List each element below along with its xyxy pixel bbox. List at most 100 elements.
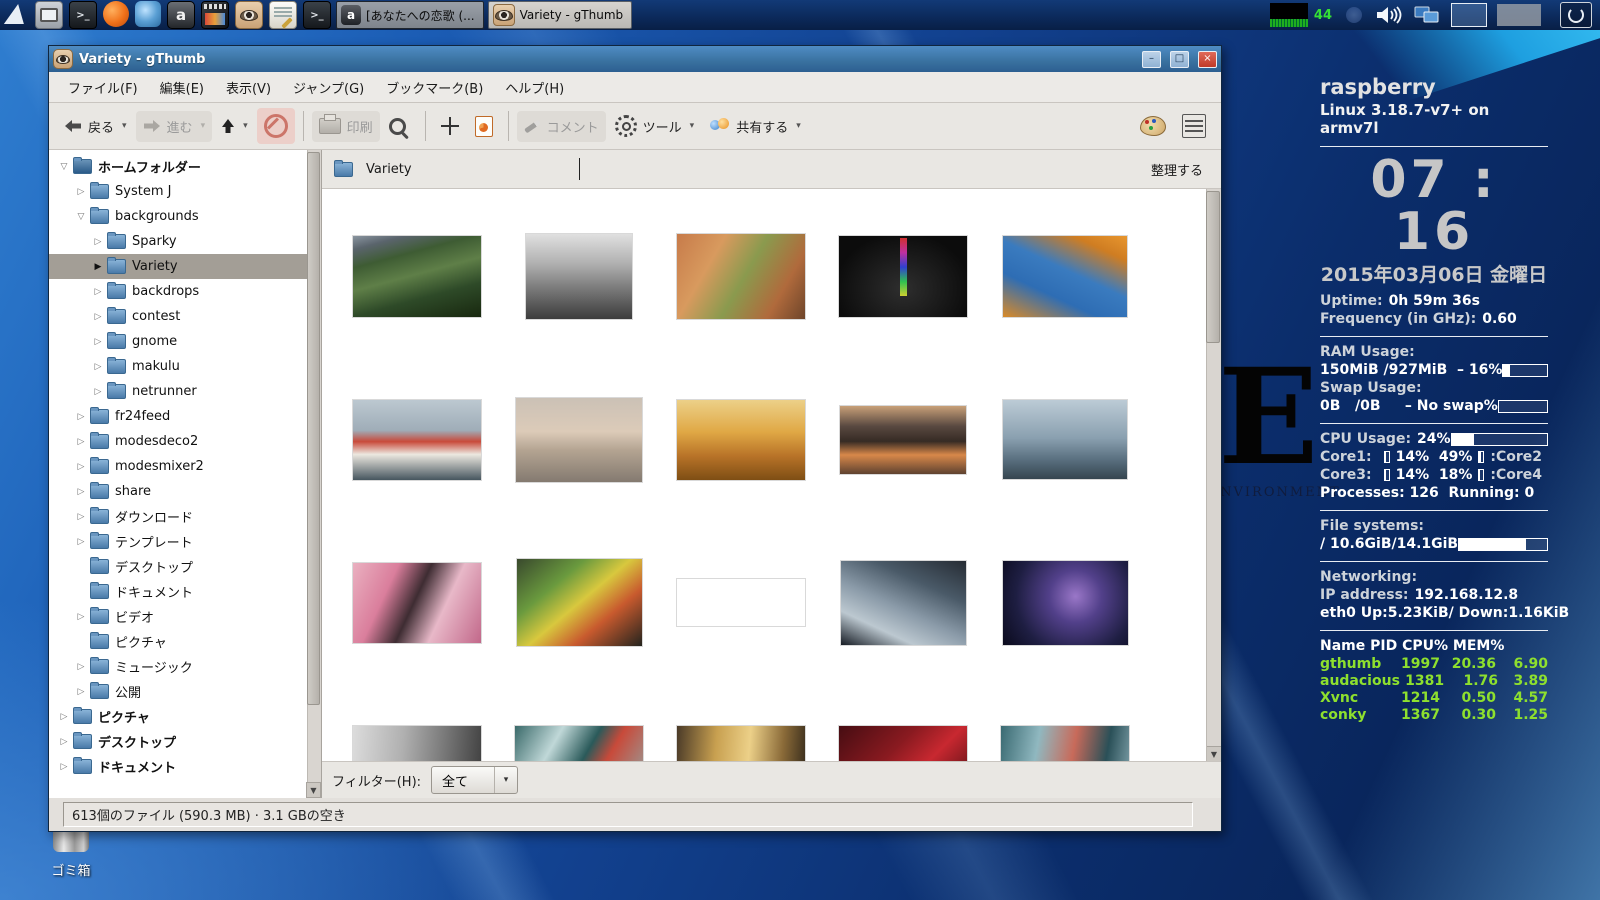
menu-item-5[interactable]: ヘルプ(H)	[494, 73, 575, 102]
thumbnail-colorful-leaf-fan[interactable]	[517, 559, 642, 646]
slideshow-button[interactable]	[468, 110, 500, 143]
sidebar-scrollbar[interactable]: ▼	[307, 150, 321, 798]
terminal1-launcher-icon[interactable]	[69, 1, 97, 29]
sidebar-item[interactable]: ▷デスクトップ	[49, 729, 321, 754]
expander-collapsed-icon[interactable]: ▷	[91, 237, 105, 247]
expander-collapsed-icon[interactable]: ▷	[74, 612, 88, 622]
content-scroll-thumb[interactable]	[1206, 191, 1220, 343]
expander-expanded-icon[interactable]: ▽	[57, 162, 71, 172]
expander-collapsed-icon[interactable]: ▷	[74, 462, 88, 472]
thumbnail-autumn-birch-sky[interactable]	[1003, 236, 1127, 317]
thumbnail-cathedral-grayscale[interactable]	[526, 234, 632, 319]
sidebar-item[interactable]: ▷netrunner	[49, 379, 321, 404]
filter-dropdown[interactable]: 全て ▾	[431, 766, 518, 794]
sidebar-item[interactable]: ▷backdrops	[49, 279, 321, 304]
terminal2-launcher-icon[interactable]	[303, 1, 331, 29]
workspace-pager[interactable]	[1451, 3, 1487, 27]
sidebar-item[interactable]: ▷ピクチャ	[49, 704, 321, 729]
menu-item-3[interactable]: ジャンプ(G)	[282, 73, 375, 102]
thumbnail-view[interactable]: ▼	[322, 189, 1221, 762]
expander-collapsed-icon[interactable]: ▷	[91, 287, 105, 297]
maximize-button[interactable]: □	[1170, 51, 1189, 68]
thumbnail-teal-forest-red[interactable]	[1001, 726, 1129, 763]
expander-collapsed-icon[interactable]: ▷	[74, 512, 88, 522]
task-button[interactable]: a[あなたへの恋歌 (...	[336, 1, 484, 29]
expander-collapsed-icon[interactable]: ▷	[74, 537, 88, 547]
expander-collapsed-icon[interactable]: ▷	[74, 687, 88, 697]
thumbnail-jungle-waterfall[interactable]	[353, 236, 481, 317]
mac-launcher-icon[interactable]	[35, 1, 63, 29]
minimize-button[interactable]: –	[1142, 51, 1161, 68]
gthumb-launcher-icon[interactable]	[235, 1, 263, 29]
back-button[interactable]: 戻る▾	[57, 111, 134, 142]
sidebar-item[interactable]: ▶Variety	[49, 254, 321, 279]
sidebar-item[interactable]: ▽backgrounds	[49, 204, 321, 229]
title-bar[interactable]: Variety - gThumb – □ ×	[49, 46, 1221, 72]
network-icon[interactable]	[1414, 4, 1440, 26]
menu-item-1[interactable]: 編集(E)	[149, 73, 215, 102]
sidebar-item[interactable]: ▷公開	[49, 679, 321, 704]
audacious-launcher-icon[interactable]	[167, 1, 195, 29]
forward-button[interactable]: 進む▾	[136, 111, 213, 142]
chromium-launcher-icon[interactable]	[135, 1, 161, 27]
edit-colors-button[interactable]	[1133, 110, 1173, 142]
sidebar-item[interactable]: ▷fr24feed	[49, 404, 321, 429]
sidebar-item[interactable]: ▷ダウンロード	[49, 504, 321, 529]
stop-button[interactable]	[257, 108, 295, 144]
notes-launcher-icon[interactable]	[269, 1, 297, 29]
thumbnail-teal-red-berries[interactable]	[515, 726, 643, 763]
thumbnail-bridge-statues[interactable]	[1003, 400, 1127, 479]
search-button[interactable]	[382, 112, 417, 141]
organize-button[interactable]: 整理する	[1143, 156, 1211, 183]
sidebar-item[interactable]: ▷ドキュメント	[49, 754, 321, 779]
sidebar-item[interactable]: デスクトップ	[49, 554, 321, 579]
sidebar-item[interactable]: ▷ミュージック	[49, 654, 321, 679]
expander-collapsed-icon[interactable]: ▷	[74, 437, 88, 447]
thumbnail-volcano-eruption[interactable]	[840, 406, 966, 474]
menu-item-4[interactable]: ブックマーク(B)	[375, 73, 494, 102]
task-button[interactable]: Variety - gThumb	[488, 1, 633, 29]
close-button[interactable]: ×	[1198, 51, 1217, 68]
arrow-logo-launcher-icon[interactable]	[3, 1, 29, 27]
comment-button[interactable]: コメント	[517, 111, 606, 142]
print-button[interactable]: 印刷	[312, 111, 380, 142]
expander-collapsed-icon[interactable]: ▷	[74, 412, 88, 422]
video-launcher-icon[interactable]	[201, 1, 229, 29]
expander-collapsed-icon[interactable]: ▷	[91, 362, 105, 372]
expander-selected-icon[interactable]: ▶	[91, 262, 105, 272]
expander-collapsed-icon[interactable]: ▷	[74, 187, 88, 197]
menu-item-0[interactable]: ファイル(F)	[57, 73, 149, 102]
sidebar-item[interactable]: ▷gnome	[49, 329, 321, 354]
bluetooth-icon[interactable]	[1346, 7, 1362, 23]
sidebar-item[interactable]: ▷modesdeco2	[49, 429, 321, 454]
thumbnail-pink-petals-tree[interactable]	[353, 563, 481, 643]
thumbnail-camo-leaf-texture[interactable]	[677, 579, 805, 626]
expander-collapsed-icon[interactable]: ▷	[91, 337, 105, 347]
thumbnail-autumn-leaf-closeup[interactable]	[677, 234, 805, 319]
firefox-launcher-icon[interactable]	[103, 1, 129, 27]
tools-button[interactable]: ツール▾	[608, 109, 702, 143]
cpu-graph-icon[interactable]	[1270, 3, 1308, 27]
expander-expanded-icon[interactable]: ▽	[74, 212, 88, 222]
expander-collapsed-icon[interactable]: ▷	[74, 487, 88, 497]
expander-collapsed-icon[interactable]: ▷	[74, 662, 88, 672]
logout-icon[interactable]	[1560, 2, 1592, 28]
content-scrollbar[interactable]: ▼	[1206, 189, 1221, 761]
sidebar-item[interactable]: ▷makulu	[49, 354, 321, 379]
sidebar-scroll-down-arrow[interactable]: ▼	[306, 782, 321, 798]
sidebar-item[interactable]: ▷System J	[49, 179, 321, 204]
expander-collapsed-icon[interactable]: ▷	[57, 762, 71, 772]
sidebar-item[interactable]: ▷contest	[49, 304, 321, 329]
sidebar-item[interactable]: ▽ホームフォルダー	[49, 154, 321, 179]
sidebar-item[interactable]: ▷テンプレート	[49, 529, 321, 554]
thumbnail-harbor-boats[interactable]	[353, 400, 481, 480]
thumbnail-autumn-forest-path[interactable]	[677, 400, 805, 480]
volume-icon[interactable]	[1376, 5, 1402, 25]
expander-collapsed-icon[interactable]: ▷	[57, 737, 71, 747]
menu-item-2[interactable]: 表示(V)	[215, 73, 282, 102]
sidebar-item[interactable]: ▷Sparky	[49, 229, 321, 254]
sidebar-scroll-thumb[interactable]	[307, 152, 320, 705]
thumbnail-misty-golden-forest[interactable]	[677, 726, 805, 763]
sidebar-item[interactable]: ▷ビデオ	[49, 604, 321, 629]
sidebar-item[interactable]: ▷modesmixer2	[49, 454, 321, 479]
